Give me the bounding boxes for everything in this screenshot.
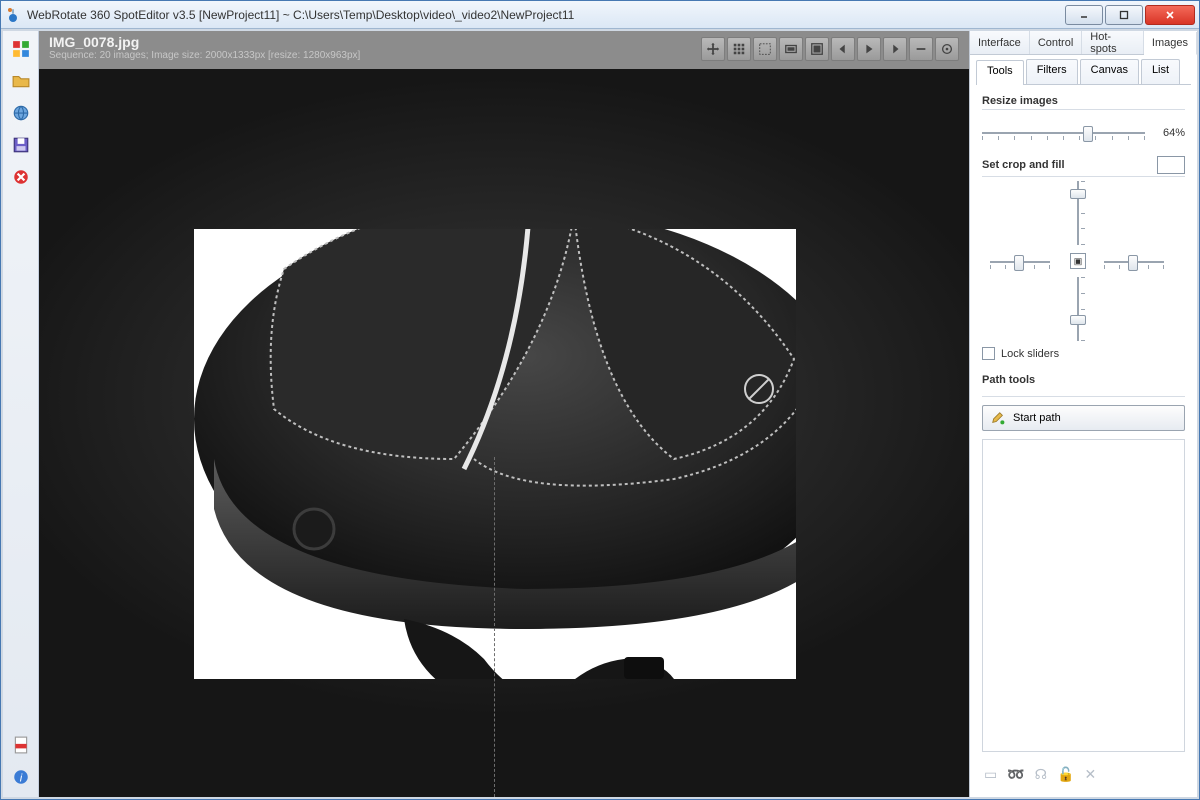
fill-color-box[interactable] bbox=[1157, 156, 1185, 174]
panel-body: Resize images 64% bbox=[970, 85, 1197, 797]
minimize-button[interactable] bbox=[1065, 5, 1103, 25]
left-toolbar: i bbox=[3, 31, 39, 797]
window-title: WebRotate 360 SpotEditor v3.5 [NewProjec… bbox=[27, 8, 1065, 22]
crop-left-slider[interactable] bbox=[990, 253, 1050, 271]
grid-icon[interactable] bbox=[727, 37, 751, 61]
lock-sliders-label: Lock sliders bbox=[1001, 348, 1059, 360]
path-unlink-icon[interactable]: ☊ bbox=[1035, 766, 1047, 783]
tab-hotspots[interactable]: Hot-spots bbox=[1082, 31, 1144, 54]
tab-interface[interactable]: Interface bbox=[970, 31, 1030, 54]
main-area: IMG_0078.jpg Sequence: 20 images; Image … bbox=[39, 31, 1197, 797]
canvas-area[interactable] bbox=[39, 69, 969, 797]
lock-sliders-row[interactable]: Lock sliders bbox=[982, 347, 1185, 360]
prev-icon[interactable] bbox=[831, 37, 855, 61]
path-toolbar: ▭ ➿ ☊ 🔓 ✕ bbox=[982, 760, 1185, 789]
crop-controls: ▣ bbox=[982, 177, 1185, 347]
path-title: Path tools bbox=[982, 374, 1185, 386]
sequence-info: Sequence: 20 images; Image size: 2000x13… bbox=[49, 49, 360, 63]
crop-rectangle[interactable] bbox=[194, 229, 796, 679]
move-tool-icon[interactable] bbox=[701, 37, 725, 61]
top-tabs: Interface Control Hot-spots Images bbox=[970, 31, 1197, 55]
app-icon bbox=[5, 7, 21, 23]
subtab-tools[interactable]: Tools bbox=[976, 60, 1024, 85]
window-buttons bbox=[1065, 5, 1195, 25]
tab-images[interactable]: Images bbox=[1144, 32, 1197, 55]
resize-value: 64% bbox=[1155, 127, 1185, 139]
path-rect-icon[interactable]: ▭ bbox=[984, 766, 997, 783]
subtab-filters[interactable]: Filters bbox=[1026, 59, 1078, 84]
subtab-canvas[interactable]: Canvas bbox=[1080, 59, 1139, 84]
palette-icon[interactable] bbox=[11, 39, 31, 59]
select-area-icon[interactable] bbox=[753, 37, 777, 61]
editor-panel: IMG_0078.jpg Sequence: 20 images; Image … bbox=[39, 31, 969, 797]
resize-title: Resize images bbox=[982, 95, 1185, 107]
right-panel: Interface Control Hot-spots Images Tools… bbox=[969, 31, 1197, 797]
delete-icon[interactable] bbox=[11, 167, 31, 187]
target-icon[interactable] bbox=[935, 37, 959, 61]
product-image bbox=[194, 229, 796, 679]
frame-icon[interactable] bbox=[779, 37, 803, 61]
save-icon[interactable] bbox=[11, 135, 31, 155]
folder-icon[interactable] bbox=[11, 71, 31, 91]
crop-bottom-slider[interactable] bbox=[1069, 277, 1087, 341]
path-delete-icon[interactable]: ✕ bbox=[1085, 766, 1097, 783]
guide-vertical bbox=[494, 457, 495, 797]
titlebar[interactable]: WebRotate 360 SpotEditor v3.5 [NewProjec… bbox=[1, 1, 1199, 29]
fullscreen-icon[interactable] bbox=[805, 37, 829, 61]
crop-center-button[interactable]: ▣ bbox=[1070, 253, 1086, 269]
pencil-icon bbox=[991, 411, 1005, 425]
next-icon[interactable] bbox=[883, 37, 907, 61]
globe-icon[interactable] bbox=[11, 103, 31, 123]
close-button[interactable] bbox=[1145, 5, 1195, 25]
pdf-icon[interactable] bbox=[11, 735, 31, 755]
crop-title: Set crop and fill bbox=[982, 159, 1065, 171]
current-filename: IMG_0078.jpg bbox=[49, 35, 360, 49]
start-path-label: Start path bbox=[1013, 412, 1061, 424]
subtab-list[interactable]: List bbox=[1141, 59, 1180, 84]
path-lock-icon[interactable]: 🔓 bbox=[1057, 766, 1074, 783]
path-link-icon[interactable]: ➿ bbox=[1007, 766, 1024, 783]
editor-header: IMG_0078.jpg Sequence: 20 images; Image … bbox=[39, 31, 969, 69]
crop-right-slider[interactable] bbox=[1104, 253, 1164, 271]
info-icon[interactable]: i bbox=[11, 767, 31, 787]
path-list[interactable] bbox=[982, 439, 1185, 752]
play-icon[interactable] bbox=[857, 37, 881, 61]
minus-icon[interactable] bbox=[909, 37, 933, 61]
crop-top-slider[interactable] bbox=[1069, 181, 1087, 245]
editor-toolbar bbox=[701, 35, 959, 61]
tab-control[interactable]: Control bbox=[1030, 31, 1082, 54]
sub-tabs: Tools Filters Canvas List bbox=[976, 59, 1191, 85]
lock-sliders-checkbox[interactable] bbox=[982, 347, 995, 360]
maximize-button[interactable] bbox=[1105, 5, 1143, 25]
app-window: WebRotate 360 SpotEditor v3.5 [NewProjec… bbox=[0, 0, 1200, 800]
client-area: i IMG_0078.jpg Sequence: 20 images; Imag… bbox=[1, 29, 1199, 799]
start-path-button[interactable]: Start path bbox=[982, 405, 1185, 431]
resize-slider[interactable] bbox=[982, 124, 1145, 142]
